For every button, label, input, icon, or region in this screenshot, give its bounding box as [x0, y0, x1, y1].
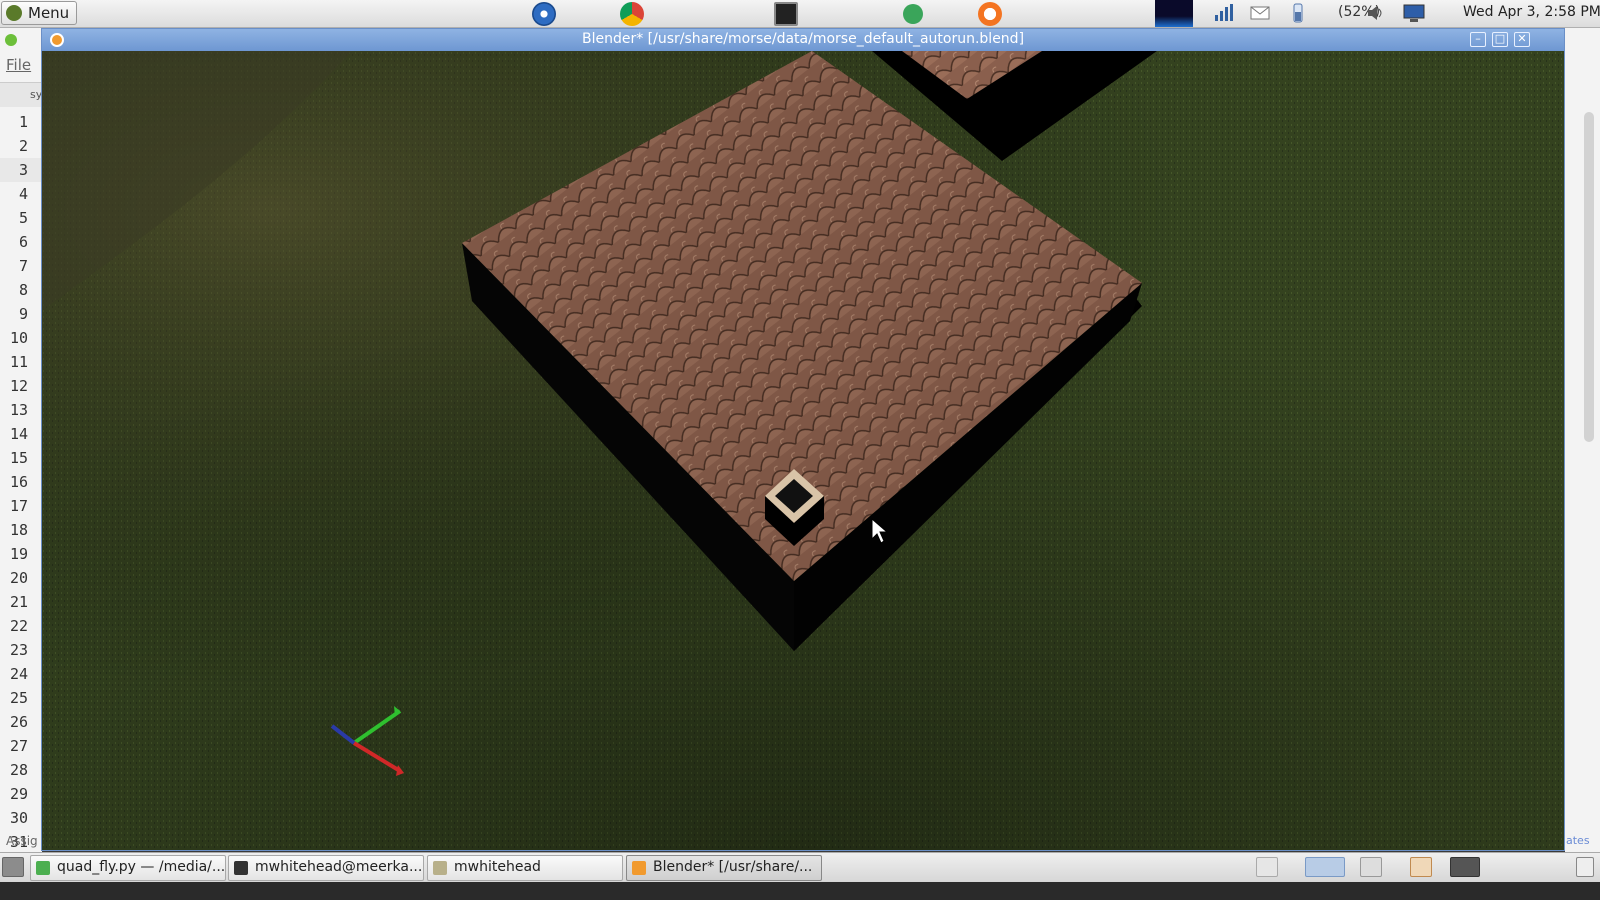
blender-window-title: Blender* [/usr/share/morse/data/morse_de… — [581, 31, 1025, 47]
line-number: 3 — [0, 158, 42, 182]
line-number: 14 — [9, 425, 28, 443]
line-number: 24 — [9, 665, 28, 683]
line-number: 7 — [18, 257, 28, 275]
editor-status-dot — [5, 34, 17, 46]
taskbar-task[interactable]: mwhitehead@meerka... — [228, 855, 424, 881]
editor-file-menu[interactable]: File — [6, 56, 31, 74]
3d-viewport[interactable] — [42, 51, 1564, 850]
editor-tab[interactable]: sy — [0, 82, 42, 107]
line-number: 8 — [18, 281, 28, 299]
editor-right-status: ates — [1566, 834, 1590, 847]
workspace-terminal-icon[interactable] — [1360, 857, 1382, 877]
chrome-launcher-icon[interactable] — [620, 2, 644, 26]
taskbar-task[interactable]: Blender* [/usr/share/... — [626, 855, 822, 881]
mint-logo-icon — [6, 5, 22, 21]
thunderbird-launcher-icon[interactable] — [532, 2, 556, 26]
line-number: 15 — [9, 449, 28, 467]
taskbar-task[interactable]: quad_fly.py — /media/... — [30, 855, 226, 881]
trash-icon[interactable] — [1576, 857, 1594, 877]
show-desktop-icon[interactable] — [2, 857, 24, 877]
minimize-button[interactable]: – — [1470, 32, 1486, 47]
workspace-notes-icon[interactable] — [1410, 857, 1432, 877]
task-label: mwhitehead — [454, 859, 541, 875]
task-app-icon — [36, 861, 50, 875]
clock[interactable]: Wed Apr 3, 2:58 PM — [1463, 4, 1600, 20]
line-number: 5 — [18, 209, 28, 227]
maximize-button[interactable]: □ — [1492, 32, 1508, 47]
taskbar-task[interactable]: mwhitehead — [427, 855, 623, 881]
line-number: 21 — [9, 593, 28, 611]
editor-scrollbar[interactable] — [1584, 112, 1594, 442]
line-number: 1 — [18, 113, 28, 131]
line-number: 19 — [9, 545, 28, 563]
workspace-monitor-icon[interactable] — [1450, 857, 1480, 877]
task-app-icon — [433, 861, 447, 875]
terminal-launcher-icon[interactable] — [774, 2, 798, 26]
line-number: 30 — [9, 809, 28, 827]
workspace-chrome-icon[interactable] — [1256, 857, 1278, 877]
line-number: 16 — [9, 473, 28, 491]
task-label: Blender* [/usr/share/... — [653, 859, 813, 875]
line-number: 27 — [9, 737, 28, 755]
line-number: 18 — [9, 521, 28, 539]
task-label: mwhitehead@meerka... — [255, 859, 423, 875]
menu-button[interactable]: Menu — [1, 1, 77, 25]
system-monitor-graph[interactable] — [1155, 0, 1193, 27]
line-number: 11 — [9, 353, 28, 371]
display-icon[interactable] — [1403, 3, 1425, 23]
editor-status-text: Assig — [6, 834, 38, 848]
line-number: 20 — [9, 569, 28, 587]
close-button[interactable]: ✕ — [1514, 32, 1530, 47]
line-number: 2 — [18, 137, 28, 155]
line-number: 12 — [9, 377, 28, 395]
line-number: 9 — [18, 305, 28, 323]
mail-icon[interactable] — [1250, 3, 1270, 23]
ubuntu-one-launcher-icon[interactable] — [978, 2, 1002, 26]
line-number: 25 — [9, 689, 28, 707]
scene-render — [42, 51, 1564, 850]
line-number: 28 — [9, 761, 28, 779]
line-number: 6 — [18, 233, 28, 251]
line-number: 10 — [9, 329, 28, 347]
line-number: 17 — [9, 497, 28, 515]
mint-update-launcher-icon[interactable] — [903, 4, 923, 24]
taskbar: quad_fly.py — /media/... mwhitehead@meerk… — [0, 852, 1600, 883]
line-number-gutter: 1 2 3 4 5 6 7 8 9 10 11 12 13 14 15 16 17 18 19 20 21 22 23 24 2… — [0, 110, 42, 854]
volume-icon[interactable] — [1366, 3, 1386, 23]
top-panel: Menu (52%) Wed Apr 3, 2:58 PM — [0, 0, 1600, 28]
task-app-icon — [632, 861, 646, 875]
line-number: 23 — [9, 641, 28, 659]
line-number: 29 — [9, 785, 28, 803]
text-editor-right-edge — [1565, 28, 1600, 870]
bottom-edge — [0, 882, 1600, 900]
blender-title-bar[interactable]: Blender* [/usr/share/morse/data/morse_de… — [42, 29, 1564, 51]
network-signal-icon[interactable] — [1213, 3, 1233, 23]
line-number: 13 — [9, 401, 28, 419]
blender-window: Blender* [/usr/share/morse/data/morse_de… — [41, 28, 1565, 851]
line-number: 22 — [9, 617, 28, 635]
task-app-icon — [234, 861, 248, 875]
workspace-blender-icon[interactable] — [1305, 857, 1345, 877]
line-number: 26 — [9, 713, 28, 731]
battery-icon[interactable] — [1288, 3, 1308, 23]
task-label: quad_fly.py — /media/... — [57, 859, 226, 875]
menu-label: Menu — [28, 4, 70, 22]
line-number: 4 — [18, 185, 28, 203]
